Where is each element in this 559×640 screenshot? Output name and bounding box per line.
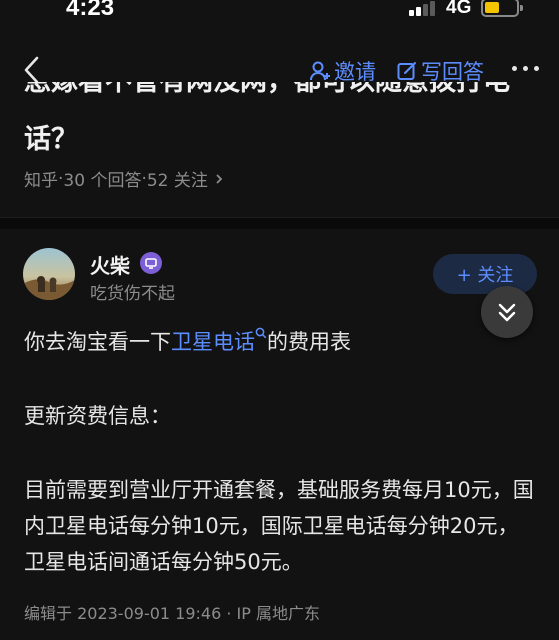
chevron-right-icon [216, 173, 223, 184]
question-title-line2: 话？ [24, 124, 78, 155]
signal-icon [409, 0, 439, 16]
answer-paragraph: 更新资费信息： [24, 404, 171, 428]
network-type: 4G [446, 0, 472, 18]
more-horizontal-icon[interactable] [512, 66, 542, 74]
answer-text: 的费用表 [267, 330, 351, 354]
question-source: 知乎 [24, 171, 58, 191]
status-bar: 4:23 4G [0, 0, 559, 30]
avatar[interactable] [23, 248, 75, 300]
collapse-button[interactable] [481, 286, 533, 338]
edit-icon [397, 62, 416, 80]
edit-timestamp: 编辑于 2023-09-01 19:46 · IP 属地广东 [24, 604, 320, 623]
author-name[interactable]: 火柴 [90, 250, 130, 279]
battery-nub [520, 5, 523, 11]
answer-text: 你去淘宝看一下 [24, 330, 171, 354]
section-divider [0, 217, 559, 229]
invite-user-icon [310, 61, 330, 81]
follower-count: 52 关注 [146, 171, 208, 191]
question-title[interactable]: 急嫁看不管有网没网，都可以随意拨打电 话？ [24, 82, 544, 156]
answer-paragraph: 你去淘宝看一下卫星电话 的费用表 [24, 324, 351, 360]
link-text: 卫星电话 [171, 330, 255, 354]
battery-icon [481, 0, 523, 17]
question-meta[interactable]: 知乎 · 30 个回答 · 52 关注 [24, 166, 226, 191]
double-chevron-down-icon [498, 303, 516, 322]
search-icon [255, 327, 267, 339]
question-title-line1: 急嫁看不管有网没网，都可以随意拨打电 [24, 82, 510, 102]
answer-paragraph: 目前需要到营业厅开通套餐，基础服务费每月10元，国内卫星电话每分钟10元，国际卫… [24, 478, 534, 574]
satellite-phone-link[interactable]: 卫星电话 [171, 327, 267, 354]
battery-fill [485, 2, 499, 13]
status-time: 4:23 [66, 0, 115, 21]
author-bio: 吃货伤不起 [90, 284, 175, 304]
answer-count: 30 个回答 [63, 171, 142, 191]
badge-icon [140, 252, 162, 274]
